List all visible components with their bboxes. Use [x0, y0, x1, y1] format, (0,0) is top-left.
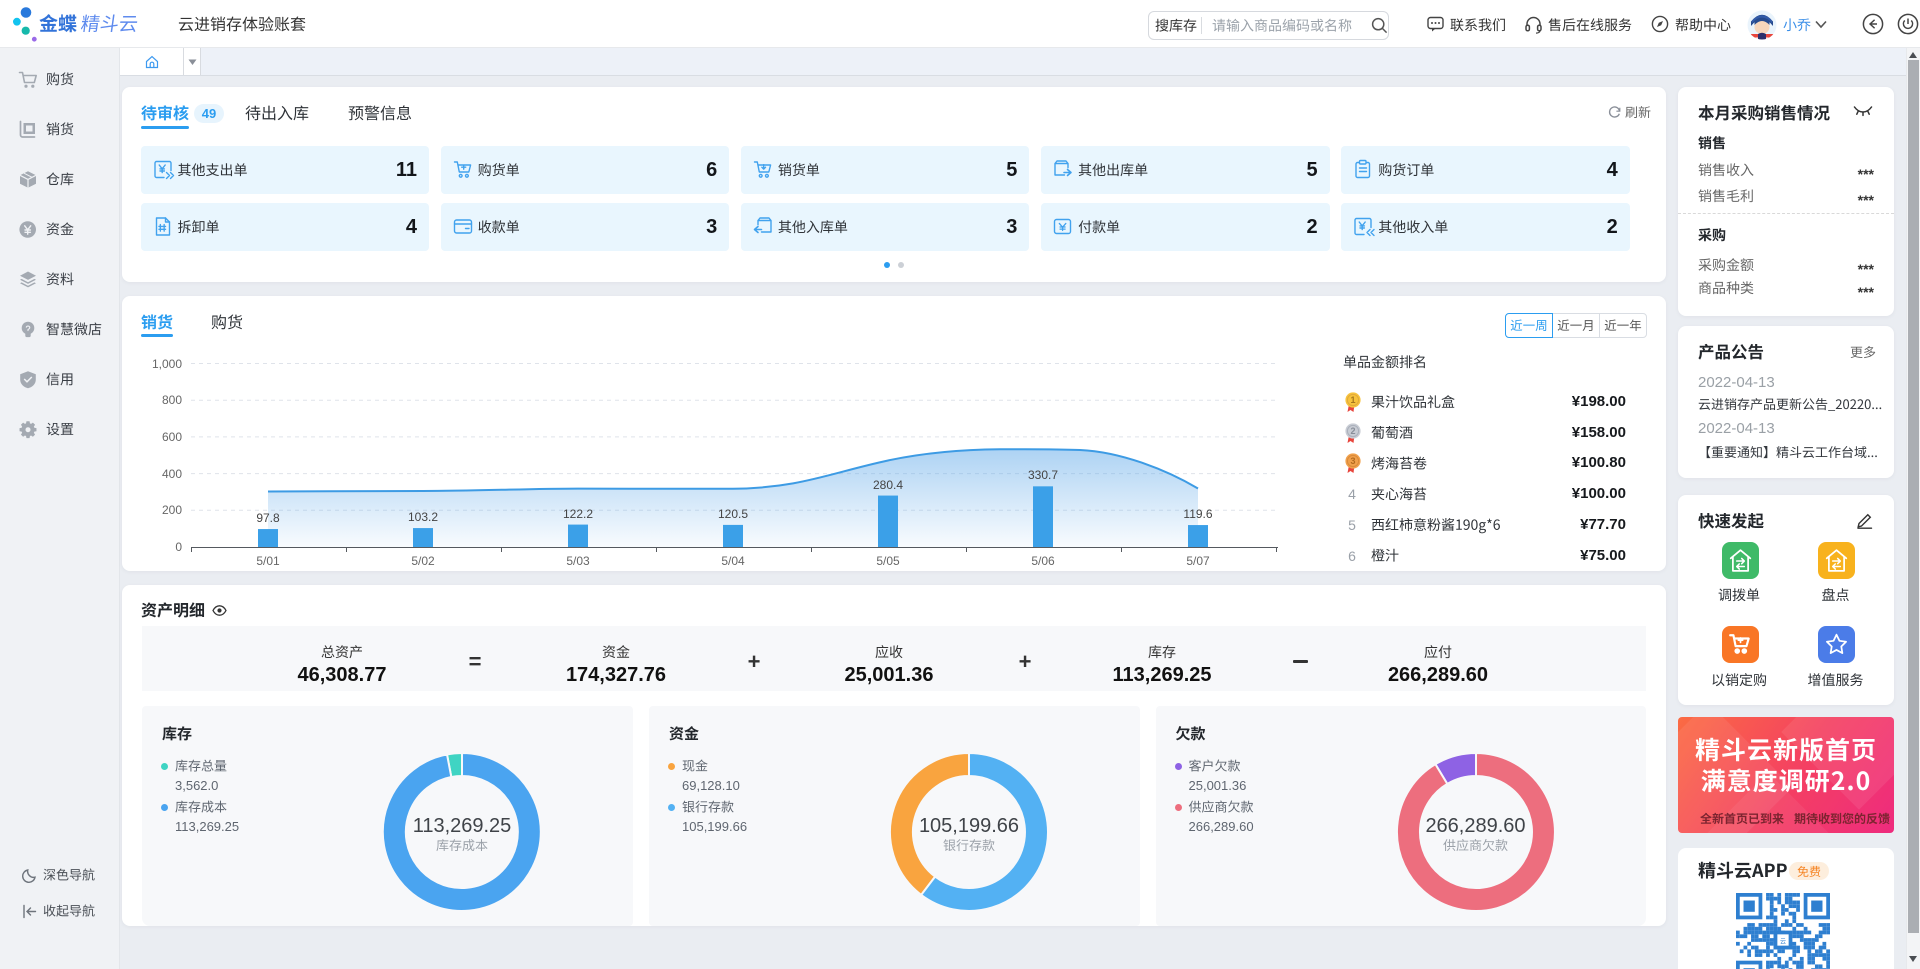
svg-text:1: 1	[1350, 395, 1355, 405]
svg-text:2: 2	[1350, 426, 1355, 436]
svg-text:云: 云	[1780, 938, 1786, 945]
svg-text:3: 3	[1350, 456, 1355, 466]
